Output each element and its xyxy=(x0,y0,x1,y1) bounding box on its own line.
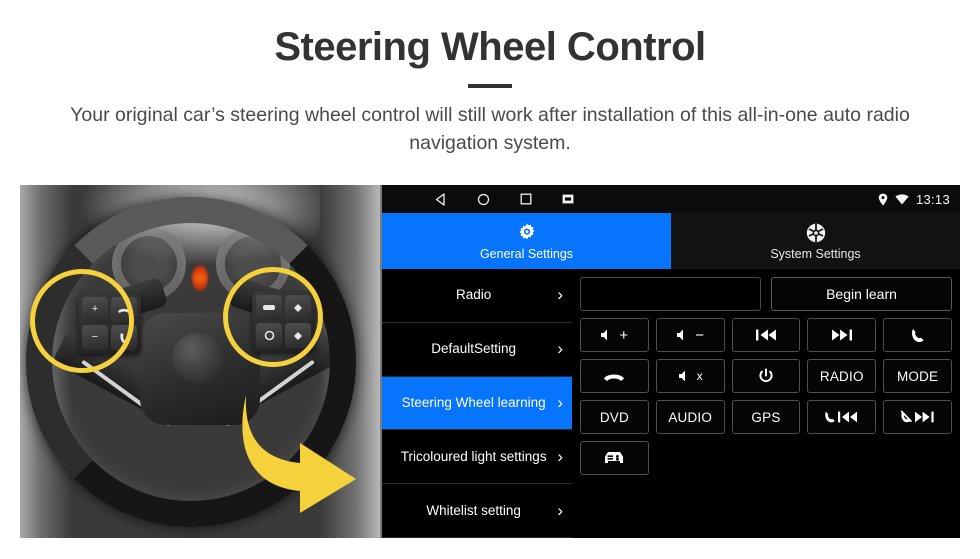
wifi-icon xyxy=(895,193,909,205)
x-glyph: x xyxy=(696,369,703,383)
chevron-right-icon: › xyxy=(557,500,563,520)
back-icon[interactable] xyxy=(434,192,447,206)
button-power[interactable] xyxy=(731,359,801,393)
button-car-front[interactable] xyxy=(580,441,649,475)
button-gps[interactable]: GPS xyxy=(731,400,801,434)
steering-wheel-photo: + − xyxy=(20,185,380,538)
title-divider xyxy=(468,84,512,88)
page-header: Steering Wheel Control Your original car… xyxy=(0,0,980,157)
button-radio[interactable]: RADIO xyxy=(807,359,877,393)
sidebar-item-steering-wheel-learning[interactable]: Steering Wheel learning › xyxy=(382,376,572,431)
function-button-grid: + − x RADIO MODE DVD AUDIO GPS xyxy=(580,318,952,475)
sidebar-item-label: Radio xyxy=(456,287,492,303)
button-dvd[interactable]: DVD xyxy=(580,400,649,434)
learn-row: Begin learn xyxy=(580,277,952,311)
chevron-right-icon: › xyxy=(557,339,563,359)
page-title: Steering Wheel Control xyxy=(274,25,706,69)
begin-learn-button[interactable]: Begin learn xyxy=(771,277,952,311)
settings-sidebar: Radio › DefaultSetting › Steering Wheel … xyxy=(382,269,572,538)
button-volume-down[interactable]: − xyxy=(655,318,725,352)
tab-system-settings[interactable]: System Settings xyxy=(671,213,960,269)
learn-input-field[interactable] xyxy=(580,277,761,311)
button-previous-track[interactable] xyxy=(731,318,801,352)
chevron-right-icon: › xyxy=(557,285,563,305)
sidebar-item-radio[interactable]: Radio › xyxy=(382,269,572,323)
sidebar-item-label: Whitelist setting xyxy=(426,502,521,518)
tab-general-settings-label: General Settings xyxy=(479,246,574,261)
button-phone-hangup[interactable] xyxy=(580,359,649,393)
button-next-track[interactable] xyxy=(807,318,877,352)
page-subtitle: Your original car’s steering wheel contr… xyxy=(70,104,910,154)
android-status-bar: 13:13 xyxy=(382,185,960,213)
sidebar-item-defaultsetting[interactable]: DefaultSetting › xyxy=(382,323,572,377)
tab-general-settings[interactable]: General Settings xyxy=(382,213,671,269)
status-bar-right: 13:13 xyxy=(878,185,950,213)
minus-glyph: − xyxy=(695,326,705,344)
sidebar-item-label: Tricoloured light settings xyxy=(400,448,547,464)
screenshot-icon[interactable] xyxy=(562,194,574,204)
system-emblem-icon xyxy=(805,222,827,244)
plus-glyph: + xyxy=(619,326,629,344)
sidebar-item-whitelist-setting[interactable]: Whitelist setting › xyxy=(382,484,572,538)
chevron-right-icon: › xyxy=(557,446,563,466)
yellow-arrow-icon xyxy=(242,395,356,513)
media-strip: + − 13:13 General Settings System Settin… xyxy=(20,185,960,538)
chevron-right-icon: › xyxy=(557,392,563,412)
settings-tabs: General Settings System Settings xyxy=(382,213,960,269)
sidebar-item-label: DefaultSetting xyxy=(431,341,517,357)
button-volume-mute[interactable]: x xyxy=(655,359,725,393)
location-pin-icon xyxy=(878,193,888,206)
settings-body: Radio › DefaultSetting › Steering Wheel … xyxy=(382,269,960,538)
button-volume-up[interactable]: + xyxy=(580,318,649,352)
button-phone-previous[interactable] xyxy=(807,400,877,434)
button-phone-call[interactable] xyxy=(883,318,952,352)
head-unit-screen: 13:13 General Settings System Settings R… xyxy=(380,185,960,538)
highlight-circle-right xyxy=(223,267,323,367)
sidebar-item-tricoloured-light-settings[interactable]: Tricoloured light settings › xyxy=(382,430,572,485)
steering-wheel-learning-panel: Begin learn + − x RADIO MODE DVD AUDIO G… xyxy=(572,269,960,538)
highlight-circle-left xyxy=(30,269,134,373)
home-icon[interactable] xyxy=(477,193,490,206)
recents-icon[interactable] xyxy=(520,193,532,205)
status-clock: 13:13 xyxy=(915,191,950,207)
android-nav-icons xyxy=(434,192,574,206)
sidebar-item-label: Steering Wheel learning xyxy=(401,395,546,411)
button-audio[interactable]: AUDIO xyxy=(655,400,725,434)
button-phone-decline-next[interactable] xyxy=(883,400,952,434)
tab-system-settings-label: System Settings xyxy=(770,246,861,261)
gear-icon xyxy=(516,222,538,244)
button-mode[interactable]: MODE xyxy=(883,359,952,393)
